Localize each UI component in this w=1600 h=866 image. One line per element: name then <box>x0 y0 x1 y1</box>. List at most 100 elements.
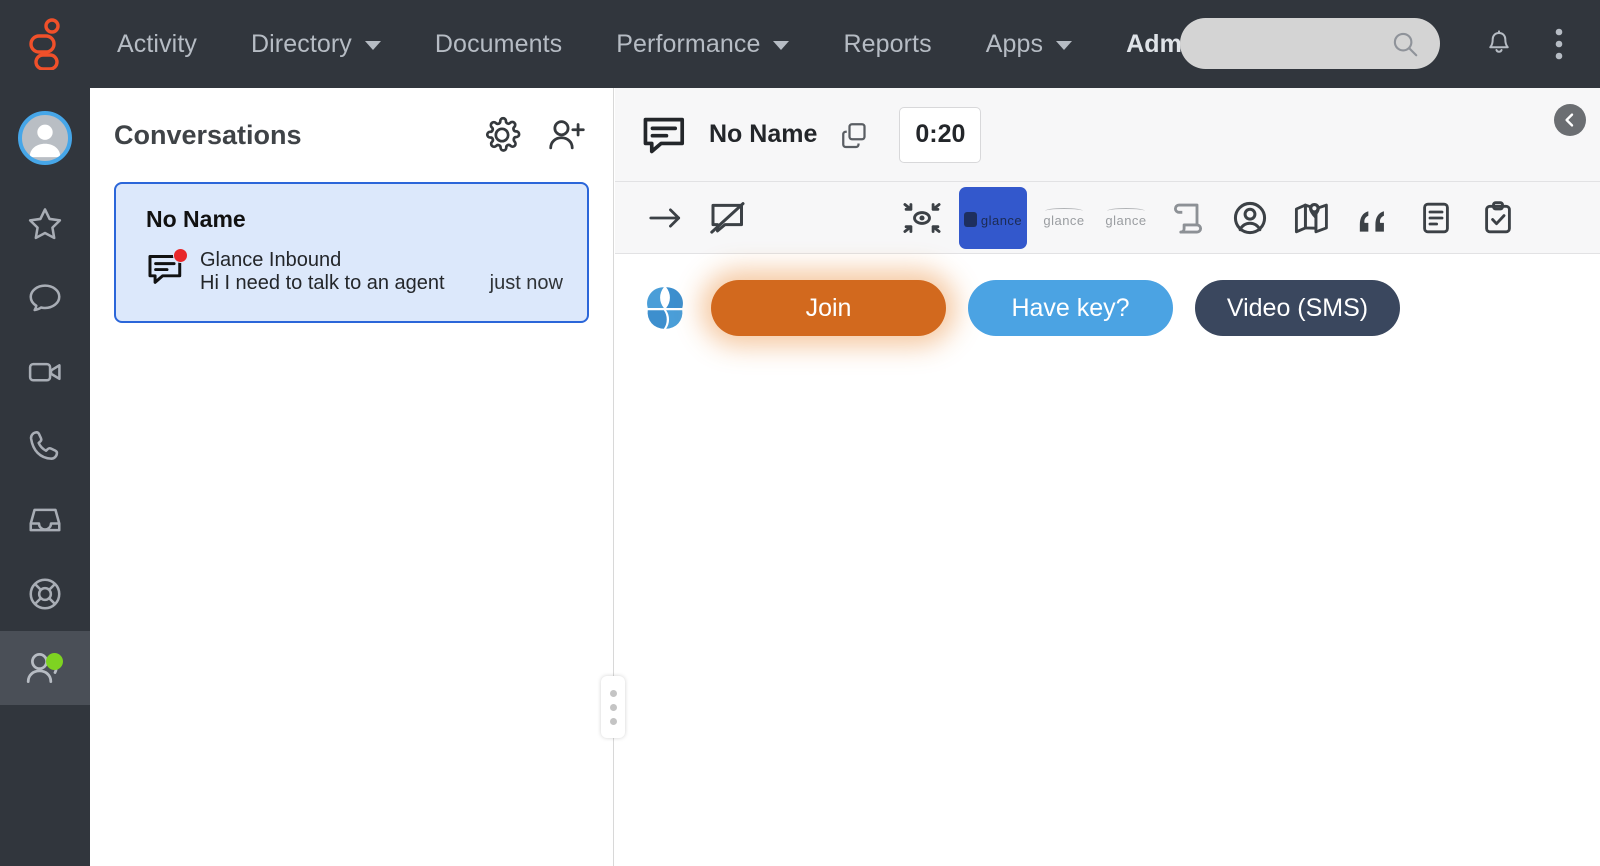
nav-item-directory[interactable]: Directory <box>224 0 408 88</box>
toolbar-canned-response-button[interactable] <box>1343 187 1405 249</box>
phone-icon <box>29 431 59 460</box>
conversations-header: Conversations <box>90 88 613 182</box>
glance-mark <box>963 212 977 227</box>
conversation-source: Glance Inbound <box>200 249 342 271</box>
chat-disabled-icon <box>710 201 745 234</box>
toolbar-cobrowse-view-button[interactable] <box>891 187 953 249</box>
document-lines-icon <box>1423 202 1449 233</box>
add-conversation-button[interactable] <box>547 116 587 154</box>
chevron-down-icon <box>1056 41 1073 50</box>
handle-dot <box>609 689 617 697</box>
gear-icon <box>486 116 521 152</box>
conversation-timestamp: just now <box>489 272 563 294</box>
panel-resize-handle[interactable] <box>601 676 625 738</box>
toolbar-end-chat-button[interactable] <box>697 187 759 249</box>
conversation-list-item[interactable]: No Name Glance Inbound Hi I need to talk… <box>114 182 589 323</box>
conversation-channel-icon-wrap <box>146 248 188 291</box>
chat-bubble-icon <box>29 284 61 312</box>
nav-item-reports[interactable]: Reports <box>816 0 958 88</box>
app-root: Activity Directory Documents Performance… <box>0 0 1600 866</box>
copy-icon <box>842 122 866 148</box>
conversation-detail-header: No Name 0:20 <box>615 88 1600 182</box>
rail-item-support[interactable] <box>0 557 90 631</box>
unread-indicator-dot <box>173 248 188 263</box>
nav-right-actions <box>1472 0 1600 88</box>
glance-logo-icon <box>29 18 60 70</box>
chevron-down-icon <box>364 41 381 50</box>
toolbar-script-button[interactable] <box>1157 187 1219 249</box>
inbox-tray-icon <box>29 508 61 532</box>
rail-item-chat[interactable] <box>0 261 90 335</box>
primary-nav: Activity Directory Documents Performance… <box>90 0 1216 88</box>
chat-message-icon <box>643 117 685 153</box>
glance-session-icon: glance <box>963 207 1023 228</box>
glance-wordmark: glance <box>980 213 1023 228</box>
add-person-icon <box>549 120 585 150</box>
rail-item-avatar[interactable] <box>18 111 72 165</box>
join-session-button[interactable]: Join <box>711 280 946 336</box>
toolbar-notes-button[interactable] <box>1405 187 1467 249</box>
map-pin-icon <box>1294 202 1328 233</box>
conversation-title: No Name <box>709 120 818 148</box>
global-search-input[interactable] <box>1180 18 1440 69</box>
collapse-panel-button[interactable] <box>1554 104 1586 136</box>
glance-arc <box>1045 207 1083 214</box>
rail-item-phone[interactable] <box>0 409 90 483</box>
rail-item-video[interactable] <box>0 335 90 409</box>
nav-label: Performance <box>616 29 761 58</box>
copy-conversation-id-button[interactable] <box>839 120 869 150</box>
user-circle-icon <box>1233 201 1267 234</box>
handle-dot <box>609 703 617 711</box>
glance-arc <box>1107 207 1145 214</box>
conversation-text-block: Glance Inbound Hi I need to talk to an a… <box>200 249 563 295</box>
toolbar-glance-logo-button[interactable]: glance <box>1033 187 1095 249</box>
notification-bell-icon <box>1489 30 1509 53</box>
conversation-preview: Hi I need to talk to an agent <box>200 272 445 294</box>
clipboard-check-icon <box>1485 200 1511 233</box>
notification-bell-button[interactable] <box>1472 14 1526 74</box>
left-icon-rail <box>0 88 90 866</box>
nav-label: Reports <box>843 29 932 58</box>
nav-item-apps[interactable]: Apps <box>959 0 1099 88</box>
avatar-icon <box>29 124 61 158</box>
session-actions-row: Join Have key? Video (SMS) <box>615 254 1600 336</box>
handle-dot <box>609 717 617 725</box>
glance-circle-icon <box>647 287 683 329</box>
rail-item-agent-presence[interactable] <box>0 631 90 705</box>
more-options-button[interactable] <box>1532 14 1586 74</box>
nav-item-performance[interactable]: Performance <box>589 0 816 88</box>
glance-wordmark: glance <box>1105 212 1147 228</box>
conversations-settings-button[interactable] <box>483 116 521 154</box>
toolbar-glance-session-button[interactable]: glance <box>959 186 1027 249</box>
rail-item-favorites[interactable] <box>0 187 90 261</box>
top-navigation-bar: Activity Directory Documents Performance… <box>0 0 1600 88</box>
nav-item-activity[interactable]: Activity <box>90 0 224 88</box>
nav-label: Directory <box>250 29 352 58</box>
glance-logo-icon: glance <box>1043 207 1084 228</box>
app-logo[interactable] <box>0 0 90 88</box>
session-timer-badge: 0:20 <box>899 106 982 163</box>
nav-label: Apps <box>985 29 1044 58</box>
rail-item-inbox[interactable] <box>0 483 90 557</box>
toolbar-tasks-button[interactable] <box>1467 187 1529 249</box>
life-ring-icon <box>29 578 61 610</box>
toolbar-customer-profile-button[interactable] <box>1219 187 1281 249</box>
toolbar-transfer-button[interactable] <box>635 187 697 249</box>
chevron-left-circle-icon <box>1565 113 1574 127</box>
conversations-panel: Conversations No Name Glance Inbound Hi … <box>90 88 614 866</box>
star-icon <box>28 208 62 240</box>
toolbar-glance-logo-alt-button[interactable]: glance <box>1095 187 1157 249</box>
conversation-detail-pane: No Name 0:20 glance glance glance Join H… <box>615 88 1600 866</box>
conversations-header-actions <box>483 116 587 154</box>
video-sms-button[interactable]: Video (SMS) <box>1195 280 1400 336</box>
nav-item-documents[interactable]: Documents <box>408 0 589 88</box>
have-key-button[interactable]: Have key? <box>968 280 1173 336</box>
quote-marks-icon <box>1359 210 1384 232</box>
conversation-name: No Name <box>146 206 246 232</box>
toolbar-location-button[interactable] <box>1281 187 1343 249</box>
conversation-card-body: Glance Inbound Hi I need to talk to an a… <box>146 248 563 295</box>
online-status-dot <box>46 653 63 670</box>
conversation-toolbar: glance glance glance <box>615 182 1600 254</box>
arrow-right-icon <box>649 208 681 228</box>
nav-label: Activity <box>117 29 197 58</box>
